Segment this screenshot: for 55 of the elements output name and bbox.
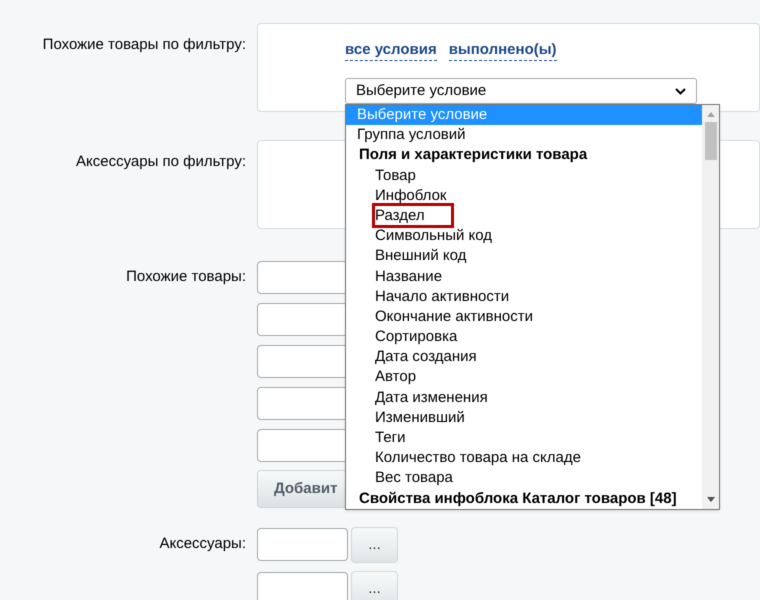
option-label: Изменивший <box>375 408 465 427</box>
option-label: Дата создания <box>375 347 477 366</box>
dropdown-option[interactable]: Группа условий <box>346 125 702 146</box>
browse-button[interactable]: ... <box>351 527 398 563</box>
field-label: Похожие товары: <box>126 268 246 285</box>
text-input[interactable] <box>257 429 348 462</box>
dropdown-option[interactable]: Автор <box>346 367 702 388</box>
option-label: Окончание активности <box>375 306 534 326</box>
dropdown-option[interactable]: Название <box>346 266 702 287</box>
field-label: Аксессуары по фильтру: <box>76 153 246 170</box>
option-label: Дата изменения <box>375 388 488 407</box>
dropdown-option[interactable]: Окончание активности <box>346 306 702 328</box>
dropdown-option[interactable]: Теги <box>346 428 702 448</box>
option-group-label: Поля и характеристики товара <box>358 145 588 166</box>
option-label: Начало активности <box>375 286 510 306</box>
text-input[interactable] <box>257 261 348 294</box>
dropdown-option[interactable]: Символьный код <box>346 226 702 246</box>
option-label: Теги <box>375 428 406 447</box>
condition-link[interactable]: все условия <box>345 40 437 61</box>
option-label: Название <box>375 266 442 286</box>
option-label: Автор <box>375 367 416 386</box>
text-input[interactable] <box>257 387 348 420</box>
option-label: Вес товара <box>375 468 453 488</box>
dropdown-option[interactable]: Товар <box>346 166 702 186</box>
option-label: Группа условий <box>357 125 466 144</box>
option-label: Раздел <box>375 206 451 225</box>
dropdown-option[interactable]: Внешний код <box>346 246 702 266</box>
scroll-down-icon <box>706 497 714 502</box>
scrollbar-thumb[interactable] <box>704 122 716 160</box>
dropdown-option[interactable]: Раздел <box>346 206 702 226</box>
condition-select[interactable]: Выберите условие <box>345 78 697 104</box>
condition-link[interactable]: выполнено(ы) <box>448 40 557 61</box>
option-label: Сортировка <box>375 327 458 346</box>
dropdown-option[interactable]: Дата изменения <box>346 388 702 408</box>
option-label: Символьный код <box>375 226 492 246</box>
dropdown-option[interactable]: Дата создания <box>346 347 702 368</box>
scrollbar[interactable] <box>702 105 719 509</box>
option-label: Выберите условие <box>357 105 488 124</box>
dropdown-option[interactable]: Начало активности <box>346 286 702 307</box>
text-input[interactable] <box>257 528 348 561</box>
text-input[interactable] <box>257 572 348 600</box>
dropdown-option[interactable]: Сортировка <box>346 327 702 348</box>
text-input[interactable] <box>257 303 348 336</box>
option-label: Товар <box>375 166 416 185</box>
dropdown-option[interactable]: Изменивший <box>346 408 702 428</box>
field-label: Похожие товары по фильтру: <box>42 36 246 53</box>
browse-button[interactable]: ... <box>351 571 398 600</box>
chevron-down-icon <box>675 88 686 94</box>
option-label: Внешний код <box>375 246 466 266</box>
dropdown-option[interactable]: Количество товара на складе <box>346 448 702 468</box>
field-label: Аксессуары: <box>159 535 246 552</box>
option-label: Инфоблок <box>375 186 446 205</box>
dropdown-option[interactable]: Инфоблок <box>346 186 702 206</box>
option-label: Количество товара на складе <box>375 448 581 468</box>
text-input[interactable] <box>257 345 348 378</box>
